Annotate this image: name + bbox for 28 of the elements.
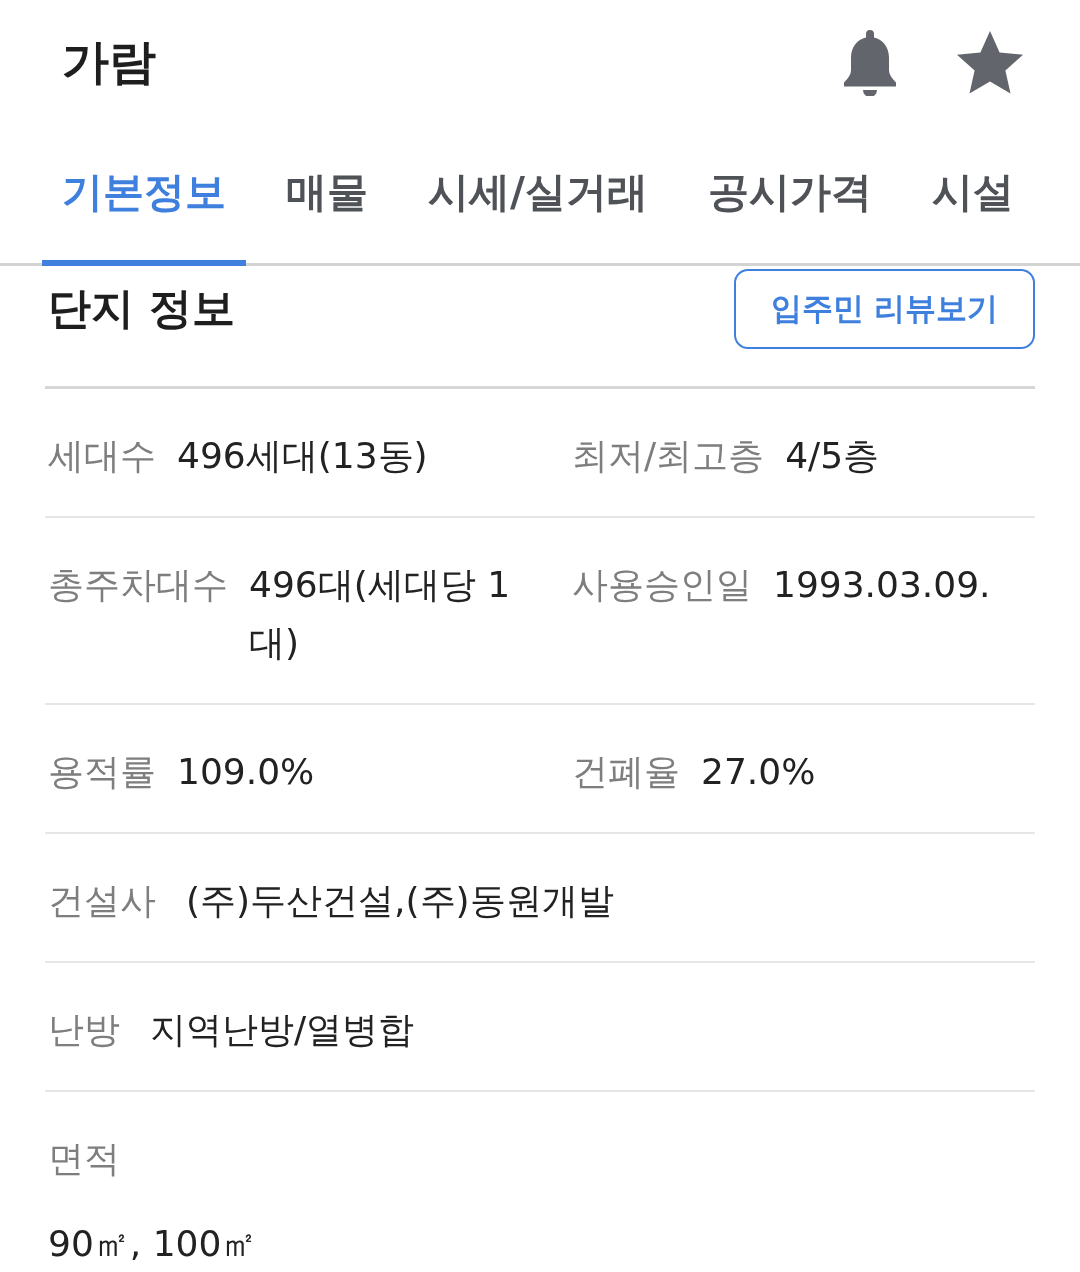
tab[interactable]: 공시가격 <box>688 125 892 266</box>
info-label: 사용승인일 <box>572 563 752 607</box>
page-title: 가람 <box>62 34 156 91</box>
info-value: 지역난방/열병합 <box>150 1008 415 1052</box>
info-value: 27.0% <box>701 750 816 794</box>
info-label: 난방 <box>48 1008 120 1052</box>
info-value: 109.0% <box>177 750 315 794</box>
info-value: 496세대(13동) <box>177 434 428 478</box>
bell-icon[interactable] <box>843 29 897 96</box>
review-button[interactable]: 입주민 리뷰보기 <box>734 269 1035 349</box>
info-label: 최저/최고층 <box>572 434 765 478</box>
star-icon[interactable] <box>957 30 1023 95</box>
section-title: 단지 정보 <box>47 283 235 335</box>
info-label: 세대수 <box>48 434 156 478</box>
info-value: 1993.03.09. <box>773 563 991 607</box>
info-label: 건폐율 <box>572 750 680 794</box>
info-value: 496대(세대당 1대) <box>249 563 512 665</box>
info-value: 4/5층 <box>785 434 880 478</box>
info-label: 건설사 <box>48 879 156 923</box>
tab[interactable]: 매물 <box>266 125 388 266</box>
info-value: (주)두산건설,(주)동원개발 <box>186 879 614 923</box>
info-label: 용적률 <box>48 750 156 794</box>
info-value: 90㎡, 100㎡ <box>48 1222 258 1266</box>
info-label: 면적 <box>48 1137 120 1181</box>
tab[interactable]: 시세/실거래 <box>408 125 668 266</box>
info-label: 총주차대수 <box>48 563 228 607</box>
tab[interactable]: 기본정보 <box>42 125 246 266</box>
tab[interactable]: 시설 <box>912 125 1034 266</box>
